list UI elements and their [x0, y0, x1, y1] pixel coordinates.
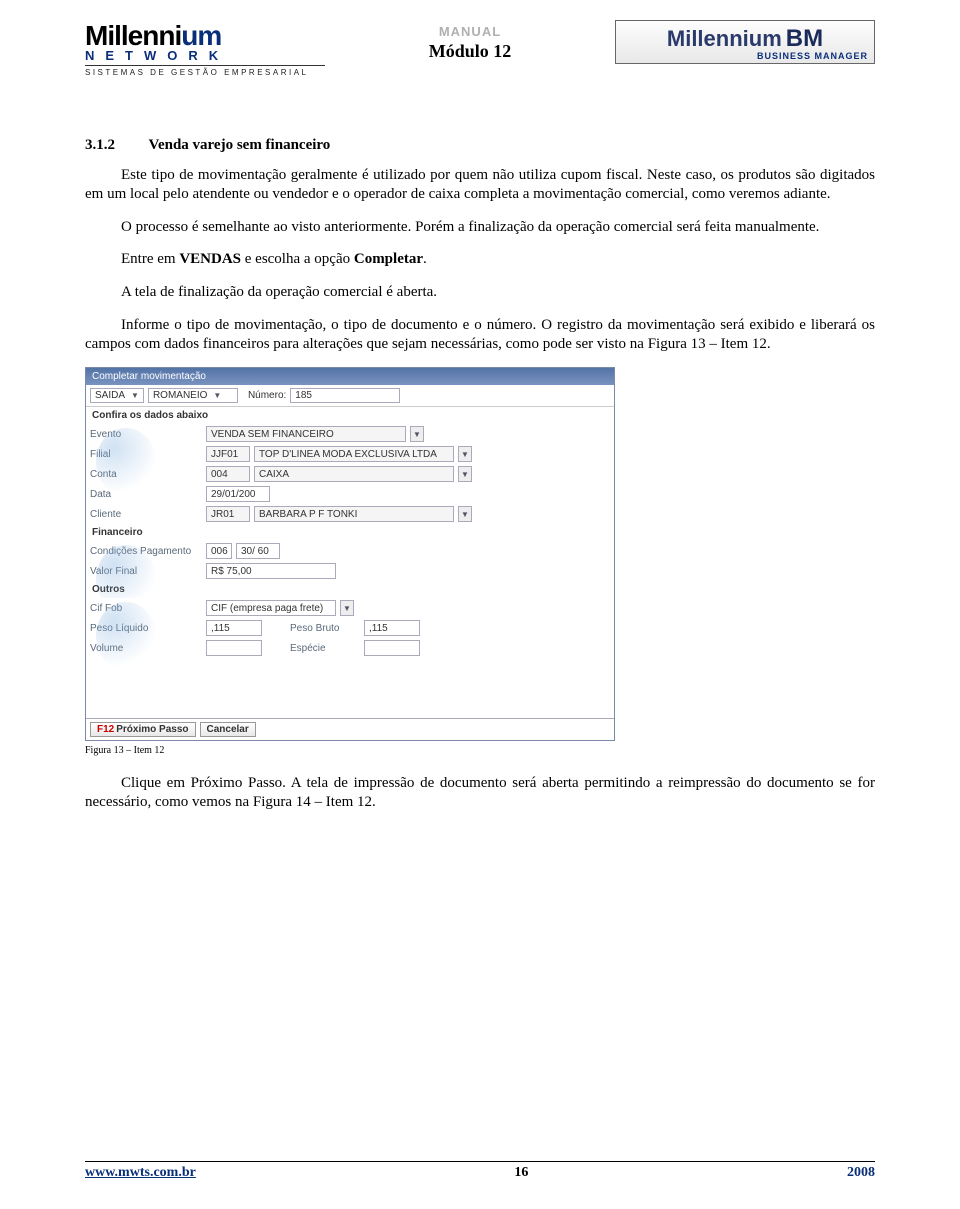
conta-code[interactable]: 004 [206, 466, 250, 482]
chevron-down-icon[interactable]: ▼ [458, 466, 472, 482]
row-evento: Evento VENDA SEM FINANCEIRO ▼ [86, 424, 614, 444]
brand-bm: Millennium BM [622, 25, 868, 53]
footer-year: 2008 [847, 1165, 875, 1181]
filial-name[interactable]: TOP D'LINEA MODA EXCLUSIVA LTDA [254, 446, 454, 462]
proximo-passo-button[interactable]: F12Próximo Passo [90, 722, 196, 737]
page-footer: www.mwts.com.br 16 2008 [85, 1161, 875, 1181]
logo-right: Millennium BM BUSINESS MANAGER [615, 20, 875, 64]
number-input[interactable]: 185 [290, 388, 400, 403]
row-cliente: Cliente JR01 BARBARA P F TONKI ▼ [86, 504, 614, 524]
paragraph-5: Informe o tipo de movimentação, o tipo d… [85, 316, 875, 354]
row-filial: Filial JJF01 TOP D'LINEA MODA EXCLUSIVA … [86, 444, 614, 464]
module-label: Módulo 12 [429, 41, 512, 62]
valor-final-field[interactable]: R$ 75,00 [206, 563, 336, 579]
financeiro-rows: Condições Pagamento 006 30/ 60 Valor Fin… [86, 541, 614, 581]
confira-label: Confira os dados abaixo [86, 407, 614, 424]
brand-tagline: SISTEMAS DE GESTÃO EMPRESARIAL [85, 65, 325, 77]
top-filter-row: SAIDA▼ ROMANEIO▼ Número: 185 [86, 385, 614, 407]
section-heading: 3.1.2 Venda varejo sem financeiro [85, 137, 875, 154]
chevron-down-icon: ▼ [213, 391, 221, 400]
chevron-down-icon: ▼ [131, 391, 139, 400]
ciffob-field[interactable]: CIF (empresa paga frete) [206, 600, 336, 616]
financeiro-label: Financeiro [86, 524, 614, 541]
outros-rows: Cif Fob CIF (empresa paga frete) ▼ Peso … [86, 598, 614, 718]
outros-label: Outros [86, 581, 614, 598]
conta-name[interactable]: CAIXA [254, 466, 454, 482]
volume-field[interactable] [206, 640, 262, 656]
chevron-down-icon[interactable]: ▼ [340, 600, 354, 616]
bottom-buttons: F12Próximo Passo Cancelar [86, 718, 614, 740]
footer-url[interactable]: www.mwts.com.br [85, 1165, 196, 1181]
row-conta: Conta 004 CAIXA ▼ [86, 464, 614, 484]
movtype-dropdown[interactable]: SAIDA▼ [90, 388, 144, 403]
paragraph-6: Clique em Próximo Passo. A tela de impre… [85, 774, 875, 812]
footer-page: 16 [514, 1165, 528, 1181]
pesoliq-field[interactable]: ,115 [206, 620, 262, 636]
row-peso: Peso Líquido ,115 Peso Bruto ,115 [86, 618, 614, 638]
doctype-dropdown[interactable]: ROMANEIO▼ [148, 388, 238, 403]
cond-val[interactable]: 30/ 60 [236, 543, 280, 559]
chevron-down-icon[interactable]: ▼ [458, 446, 472, 462]
brand-network: NETWORK [85, 48, 325, 63]
row-valorfinal: Valor Final R$ 75,00 [86, 561, 614, 581]
evento-field[interactable]: VENDA SEM FINANCEIRO [206, 426, 406, 442]
especie-field[interactable] [364, 640, 420, 656]
paragraph-1: Este tipo de movimentação geralmente é u… [85, 166, 875, 204]
figure-caption: Figura 13 – Item 12 [85, 745, 875, 756]
row-ciffob: Cif Fob CIF (empresa paga frete) ▼ [86, 598, 614, 618]
content: 3.1.2 Venda varejo sem financeiro Este t… [85, 137, 875, 812]
paragraph-4: A tela de finalização da operação comerc… [85, 283, 875, 302]
cancelar-button[interactable]: Cancelar [200, 722, 256, 737]
chevron-down-icon[interactable]: ▼ [410, 426, 424, 442]
logo-left: Millennium NETWORK SISTEMAS DE GESTÃO EM… [85, 20, 325, 77]
cliente-code[interactable]: JR01 [206, 506, 250, 522]
section-number: 3.1.2 [85, 137, 145, 154]
header-center: MANUAL Módulo 12 [429, 20, 512, 62]
number-label: Número: [248, 390, 286, 401]
window-titlebar: Completar movimentação [86, 368, 614, 385]
paragraph-2: O processo é semelhante ao visto anterio… [85, 218, 875, 237]
screenshot-window: Completar movimentação SAIDA▼ ROMANEIO▼ … [85, 367, 615, 741]
section-title: Venda varejo sem financeiro [148, 137, 330, 153]
manual-label: MANUAL [429, 24, 512, 39]
data-rows: Evento VENDA SEM FINANCEIRO ▼ Filial JJF… [86, 424, 614, 524]
row-data: Data 29/01/200 [86, 484, 614, 504]
data-field[interactable]: 29/01/200 [206, 486, 270, 502]
page-header: Millennium NETWORK SISTEMAS DE GESTÃO EM… [85, 20, 875, 77]
f12-key: F12 [97, 724, 114, 735]
cond-code[interactable]: 006 [206, 543, 232, 559]
paragraph-3: Entre em VENDAS e escolha a opção Comple… [85, 250, 875, 269]
pesobruto-field[interactable]: ,115 [364, 620, 420, 636]
row-condicoes: Condições Pagamento 006 30/ 60 [86, 541, 614, 561]
chevron-down-icon[interactable]: ▼ [458, 506, 472, 522]
brand-bm-sub: BUSINESS MANAGER [622, 51, 868, 61]
filial-code[interactable]: JJF01 [206, 446, 250, 462]
row-volume: Volume Espécie [86, 638, 614, 658]
cliente-name[interactable]: BARBARA P F TONKI [254, 506, 454, 522]
